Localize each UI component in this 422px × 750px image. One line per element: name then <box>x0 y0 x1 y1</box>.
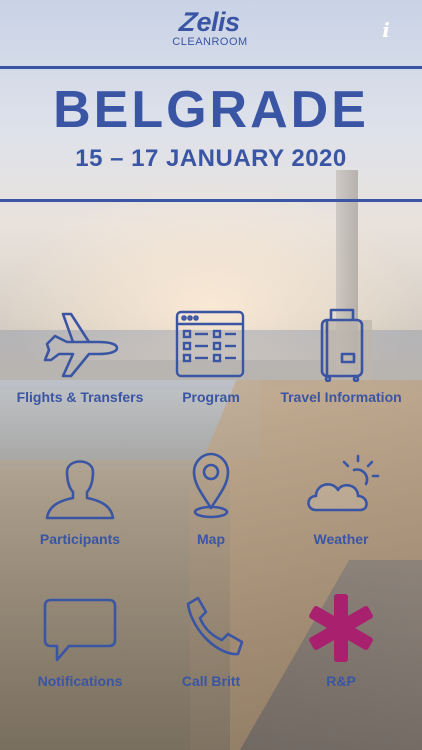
menu-label: Program <box>182 389 240 405</box>
elis-cleanroom-logo: Zelis CLEANROOM <box>160 7 260 54</box>
menu-notifications[interactable]: Notifications <box>5 590 155 700</box>
speech-bubble-icon <box>37 590 123 666</box>
menu-participants[interactable]: Participants <box>5 448 155 558</box>
logo-mark: Zelis <box>177 7 240 37</box>
menu-program[interactable]: Program <box>136 306 286 416</box>
menu-flights-transfers[interactable]: Flights & Transfers <box>5 306 155 416</box>
airplane-icon <box>37 306 123 382</box>
event-city-title: BELGRADE <box>53 81 369 139</box>
app-screen: Zelis CLEANROOM i BELGRADE 15 – 17 JANUA… <box>0 0 422 750</box>
menu-map[interactable]: Map <box>136 448 286 558</box>
schedule-grid-icon <box>168 306 254 382</box>
luggage-icon <box>298 306 384 383</box>
menu-call-britt[interactable]: Call Britt <box>136 590 286 700</box>
menu-label: Call Britt <box>181 673 241 689</box>
menu-label: Map <box>197 531 225 547</box>
menu-label: Participants <box>39 531 121 547</box>
app-header: Zelis CLEANROOM i <box>0 0 422 66</box>
logo-subtitle: CLEANROOM <box>172 36 248 48</box>
info-button[interactable]: i <box>376 18 396 42</box>
asterisk-icon <box>298 590 384 666</box>
menu-r-and-p[interactable]: R&P <box>266 590 416 700</box>
menu-label: Flights & Transfers <box>16 389 144 405</box>
divider-bottom <box>0 199 422 202</box>
menu-label: R&P <box>326 673 356 689</box>
phone-icon <box>168 590 254 666</box>
map-pin-icon <box>168 448 254 524</box>
cloud-sun-icon <box>298 448 384 524</box>
person-icon <box>37 448 123 524</box>
menu-travel-information[interactable]: Travel Information <box>266 306 416 416</box>
divider-top <box>0 66 422 69</box>
event-dates: 15 – 17 JANUARY 2020 <box>75 145 347 172</box>
menu-label: Notifications <box>37 673 123 689</box>
menu-weather[interactable]: Weather <box>266 448 416 558</box>
menu-label: Travel Information <box>280 389 402 405</box>
menu-label: Weather <box>313 531 369 547</box>
event-title-block: BELGRADE 15 – 17 JANUARY 2020 <box>0 80 422 176</box>
